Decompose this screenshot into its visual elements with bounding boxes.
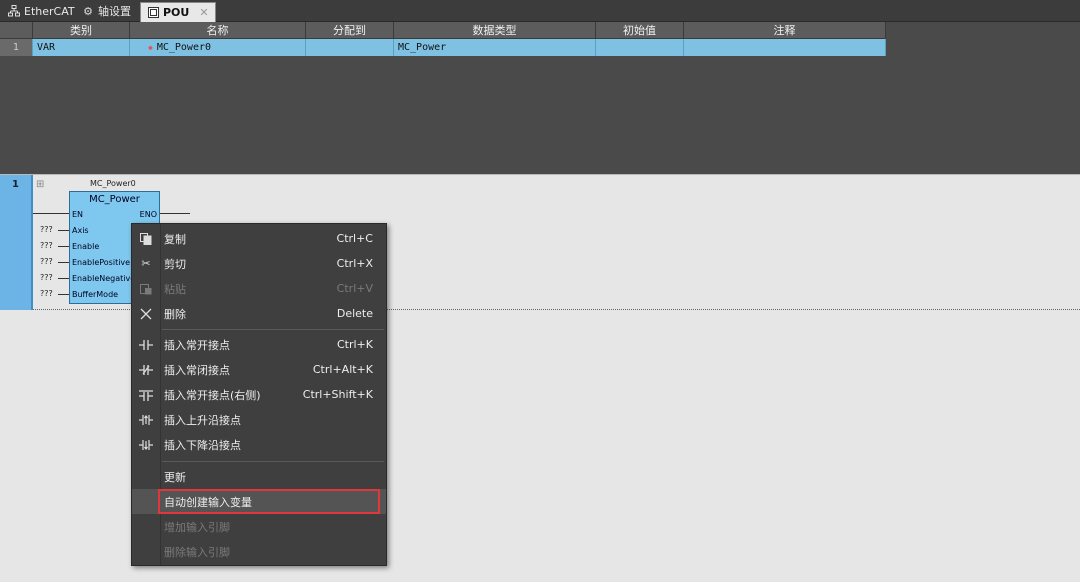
context-menu: 复制 Ctrl+C ✂ 剪切 Ctrl+X 粘贴 Ctrl+V 删除 Delet… <box>131 223 387 566</box>
table-header: 类别 名称 分配到 数据类型 初始值 注释 <box>0 22 886 39</box>
name-cell[interactable]: ◆ MC_Power0 <box>130 39 306 56</box>
fb-type-name: MC_Power <box>89 194 140 205</box>
paste-icon <box>132 283 160 295</box>
instance-marker-icon: ◆ <box>148 43 153 52</box>
menu-item-copy[interactable]: 复制 Ctrl+C <box>132 226 386 251</box>
category-cell[interactable]: VAR <box>33 39 130 56</box>
menu-item-insert-no-contact[interactable]: 插入常开接点 Ctrl+K <box>132 332 386 357</box>
pin-enable-positive[interactable]: EnablePositive <box>72 258 130 267</box>
pin-enable-negative[interactable]: EnableNegative <box>72 274 135 283</box>
pin-eno[interactable]: ENO <box>140 210 157 219</box>
fb-instance-name[interactable]: MC_Power0 <box>90 179 136 188</box>
comment-cell[interactable] <box>684 39 886 56</box>
header-assign[interactable]: 分配到 <box>306 22 394 39</box>
network-icon <box>8 5 20 17</box>
tab-pou[interactable]: POU ✕ <box>140 2 216 22</box>
menu-item-insert-no-contact-right[interactable]: 插入常开接点(右侧) Ctrl+Shift+K <box>132 382 386 407</box>
variable-table: 类别 名称 分配到 数据类型 初始值 注释 1 VAR ◆ MC_Power0 M… <box>0 22 886 56</box>
tab-axis-settings[interactable]: ⚙ 轴设置 <box>76 1 137 21</box>
copy-icon <box>132 232 160 245</box>
menu-item-insert-rising-contact[interactable]: 插入上升沿接点 <box>132 407 386 432</box>
pin-axis[interactable]: Axis <box>72 226 89 235</box>
gear-icon: ⚙ <box>83 4 93 18</box>
no-contact-right-icon <box>132 389 160 401</box>
editor-tab-bar: EtherCAT ⚙ 轴设置 POU ✕ <box>0 0 1080 22</box>
eno-wire <box>160 213 190 214</box>
menu-item-insert-falling-contact[interactable]: 插入下降沿接点 <box>132 432 386 457</box>
tab-label: POU <box>163 6 190 19</box>
tab-ethercat[interactable]: EtherCAT <box>2 1 81 21</box>
tab-label: EtherCAT <box>24 4 75 18</box>
menu-item-cut[interactable]: ✂ 剪切 Ctrl+X <box>132 251 386 276</box>
enable-positive-wire <box>58 262 69 263</box>
datatype-cell[interactable]: MC_Power <box>394 39 596 56</box>
table-row[interactable]: 1 VAR ◆ MC_Power0 MC_Power <box>0 39 886 56</box>
menu-separator <box>162 329 384 330</box>
buffer-mode-unassigned[interactable]: ??? <box>40 289 53 298</box>
close-icon[interactable]: ✕ <box>199 6 208 19</box>
nc-contact-icon <box>132 364 160 375</box>
enable-positive-unassigned[interactable]: ??? <box>40 257 53 266</box>
pou-icon <box>147 7 159 19</box>
enable-negative-wire <box>58 278 69 279</box>
rung-number[interactable]: 1 <box>0 175 33 310</box>
tab-label: 轴设置 <box>98 5 131 18</box>
header-comment[interactable]: 注释 <box>684 22 886 39</box>
axis-wire <box>58 230 69 231</box>
enable-negative-unassigned[interactable]: ??? <box>40 273 53 282</box>
menu-item-add-input-pin: 增加输入引脚 <box>164 520 230 534</box>
expand-icon[interactable]: ⊞ <box>36 179 44 190</box>
pin-buffer-mode[interactable]: BufferMode <box>72 290 118 299</box>
name-value: MC_Power0 <box>156 42 212 53</box>
menu-item-delete-input-pin: 删除输入引脚 <box>164 545 230 559</box>
header-datatype[interactable]: 数据类型 <box>394 22 596 39</box>
header-category[interactable]: 类别 <box>33 22 130 39</box>
header-index <box>0 22 33 39</box>
menu-item-update[interactable]: 更新 <box>132 464 386 489</box>
delete-x-icon <box>132 308 160 320</box>
falling-edge-icon <box>132 439 160 450</box>
enable-wire <box>58 246 69 247</box>
rising-edge-icon <box>132 414 160 425</box>
axis-unassigned[interactable]: ??? <box>40 225 53 234</box>
buffer-mode-wire <box>58 294 69 295</box>
variable-table-panel: 类别 名称 分配到 数据类型 初始值 注释 1 VAR ◆ MC_Power0 M… <box>0 22 1080 174</box>
scissors-icon: ✂ <box>141 257 151 270</box>
power-rail-wire <box>33 213 69 214</box>
assign-cell[interactable] <box>306 39 394 56</box>
header-initial[interactable]: 初始值 <box>596 22 684 39</box>
row-index: 1 <box>0 39 33 56</box>
menu-separator <box>162 461 384 462</box>
header-name[interactable]: 名称 <box>130 22 306 39</box>
pin-en[interactable]: EN <box>72 210 83 219</box>
enable-unassigned[interactable]: ??? <box>40 241 53 250</box>
no-contact-icon <box>132 339 160 350</box>
pin-enable[interactable]: Enable <box>72 242 99 251</box>
menu-item-paste: 粘贴 Ctrl+V <box>132 276 386 301</box>
menu-item-insert-nc-contact[interactable]: 插入常闭接点 Ctrl+Alt+K <box>132 357 386 382</box>
initial-cell[interactable] <box>596 39 684 56</box>
highlight-annotation-box <box>158 489 380 514</box>
menu-item-delete[interactable]: 删除 Delete <box>132 301 386 326</box>
